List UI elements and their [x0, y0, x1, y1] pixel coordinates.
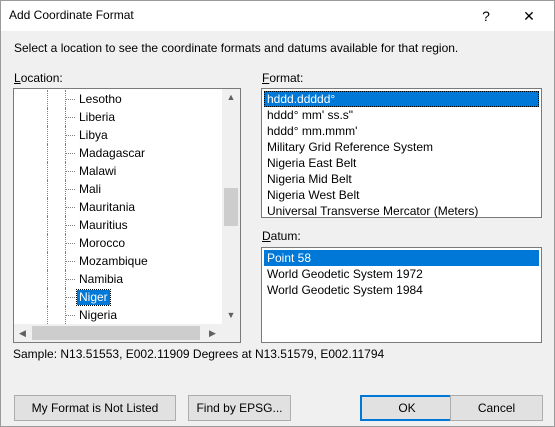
tree-connector: [47, 108, 48, 126]
format-list-item[interactable]: Nigeria East Belt: [264, 155, 539, 171]
format-not-listed-button[interactable]: My Format is Not Listed: [14, 395, 176, 421]
tree-connector: [47, 306, 48, 324]
tree-item[interactable]: Mozambique: [14, 252, 222, 270]
format-list[interactable]: hddd.ddddd° hddd° mm' ss.s" hddd° mm.mmm' M…: [261, 88, 542, 218]
tree-connector: [47, 288, 48, 306]
horizontal-scroll-thumb[interactable]: [32, 326, 200, 340]
tree-item[interactable]: Nigeria: [14, 306, 222, 324]
add-coordinate-format-dialog: Add Coordinate Format ? ✕ Select a locat…: [0, 0, 555, 427]
instruction-text: Select a location to see the coordinate …: [14, 41, 459, 55]
tree-connector: [47, 234, 48, 252]
tree-connector: [66, 117, 75, 118]
scroll-left-icon[interactable]: ◀: [14, 324, 31, 342]
location-vertical-scrollbar[interactable]: ▲ ▼: [222, 89, 240, 324]
location-horizontal-scrollbar[interactable]: ◀ ▶: [14, 324, 222, 342]
tree-connector: [66, 279, 75, 280]
datum-list[interactable]: Point 58 World Geodetic System 1972 World …: [261, 247, 542, 343]
tree-connector: [66, 189, 75, 190]
tree-item-label: Liberia: [79, 110, 116, 124]
sample-text: Sample: N13.51553, E002.11909 Degrees at…: [13, 347, 385, 361]
tree-connector: [66, 315, 75, 316]
format-label: Format:: [262, 71, 304, 85]
tree-connector: [66, 99, 75, 100]
tree-connector: [66, 207, 75, 208]
datum-list-item[interactable]: World Geodetic System 1984: [264, 282, 539, 298]
dialog-title: Add Coordinate Format: [9, 8, 134, 22]
tree-connector: [47, 252, 48, 270]
tree-connector: [66, 297, 75, 298]
location-tree-rows: Lesotho Liberia Libya Madagascar Malawi Mali M…: [14, 89, 222, 324]
scroll-down-icon[interactable]: ▼: [222, 307, 240, 324]
datum-label: Datum:: [262, 229, 301, 243]
tree-connector: [66, 261, 75, 262]
datum-list-item[interactable]: Point 58: [264, 250, 539, 266]
tree-item-label: Niger: [76, 289, 111, 306]
scroll-up-icon[interactable]: ▲: [222, 89, 240, 106]
format-list-item[interactable]: Nigeria West Belt: [264, 187, 539, 203]
format-list-item[interactable]: Universal Transverse Mercator (Meters): [264, 203, 539, 219]
tree-item-label: Nigeria: [79, 308, 118, 322]
tree-item[interactable]: Malawi: [14, 162, 222, 180]
close-icon[interactable]: ✕: [509, 1, 549, 31]
tree-item-label: Madagascar: [79, 146, 146, 160]
tree-connector: [47, 162, 48, 180]
tree-item[interactable]: Libya: [14, 126, 222, 144]
tree-connector: [66, 225, 75, 226]
tree-item-label: Libya: [79, 128, 108, 142]
tree-item-label: Morocco: [79, 236, 126, 250]
format-list-item[interactable]: Nigeria Mid Belt: [264, 171, 539, 187]
tree-item[interactable]: Mauritania: [14, 198, 222, 216]
tree-item[interactable]: Mali: [14, 180, 222, 198]
tree-connector: [66, 135, 75, 136]
tree-item[interactable]: Liberia: [14, 108, 222, 126]
scrollbar-corner: [222, 324, 240, 342]
tree-item[interactable]: Madagascar: [14, 144, 222, 162]
ok-button[interactable]: OK: [360, 395, 454, 421]
tree-item-label: Mali: [79, 182, 102, 196]
title-bar: Add Coordinate Format ? ✕: [1, 1, 554, 31]
tree-item-label: Malawi: [79, 164, 117, 178]
tree-item[interactable]: Morocco: [14, 234, 222, 252]
tree-item[interactable]: Namibia: [14, 270, 222, 288]
location-label: Location:: [14, 71, 63, 85]
vertical-scroll-thumb[interactable]: [224, 188, 238, 226]
tree-connector: [47, 270, 48, 288]
tree-connector: [66, 171, 75, 172]
help-icon[interactable]: ?: [471, 1, 501, 31]
tree-item-label: Mozambique: [79, 254, 148, 268]
tree-connector: [66, 243, 75, 244]
scroll-right-icon[interactable]: ▶: [204, 324, 221, 342]
format-list-item[interactable]: hddd.ddddd°: [264, 91, 539, 107]
tree-connector: [47, 180, 48, 198]
tree-item[interactable]: Mauritius: [14, 216, 222, 234]
tree-item[interactable]: Lesotho: [14, 90, 222, 108]
format-list-item[interactable]: hddd° mm' ss.s": [264, 107, 539, 123]
format-list-item[interactable]: hddd° mm.mmm': [264, 123, 539, 139]
tree-connector: [47, 198, 48, 216]
tree-connector: [66, 153, 75, 154]
tree-connector: [47, 90, 48, 108]
tree-connector: [47, 126, 48, 144]
tree-item-label: Namibia: [79, 272, 124, 286]
tree-item-label: Lesotho: [79, 92, 122, 106]
tree-item[interactable]: Niger: [14, 288, 222, 306]
cancel-button[interactable]: Cancel: [450, 395, 543, 421]
tree-item-label: Mauritius: [79, 218, 128, 232]
tree-connector: [47, 144, 48, 162]
location-tree[interactable]: Lesotho Liberia Libya Madagascar Malawi Mali M…: [13, 88, 241, 343]
tree-item-label: Mauritania: [79, 200, 136, 214]
find-by-epsg-button[interactable]: Find by EPSG...: [188, 395, 291, 421]
tree-connector: [47, 216, 48, 234]
format-list-item[interactable]: Military Grid Reference System: [264, 139, 539, 155]
datum-list-item[interactable]: World Geodetic System 1972: [264, 266, 539, 282]
